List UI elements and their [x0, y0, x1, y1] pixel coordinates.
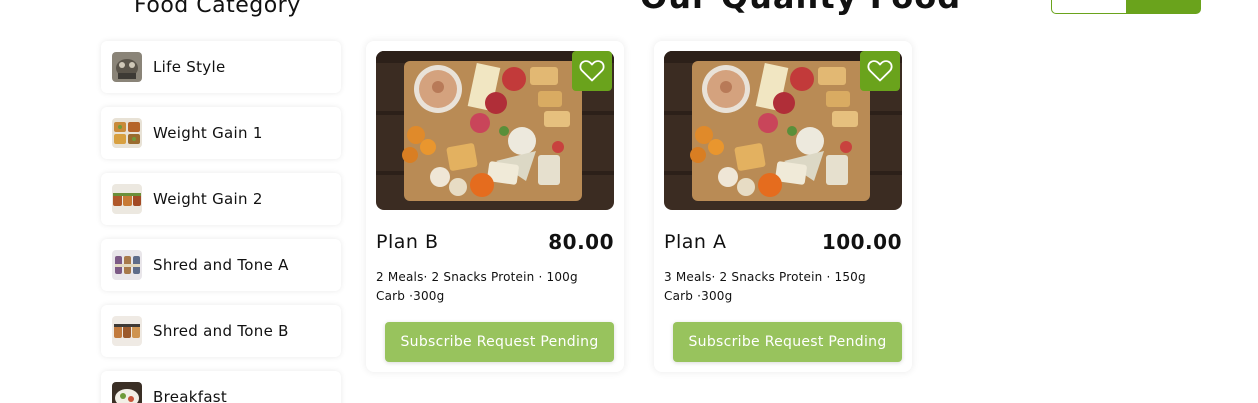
- subscribe-button[interactable]: Subscribe Request Pending: [385, 322, 614, 362]
- subscribe-button[interactable]: Subscribe Request Pending: [673, 322, 902, 362]
- sidebar-item-shred-and-tone-a[interactable]: Shred and Tone A: [101, 239, 341, 291]
- category-heading: Food Category: [134, 0, 301, 18]
- favorite-button[interactable]: [860, 51, 900, 91]
- category-thumbnail: [112, 316, 142, 346]
- plan-price: 100.00: [821, 230, 902, 254]
- sidebar-item-breakfast[interactable]: Breakfast: [101, 371, 341, 403]
- plan-description-line: 2 Meals· 2 Snacks Protein · 100g: [376, 270, 578, 284]
- page: Food Category Our Quality Food Life Styl…: [0, 0, 1258, 403]
- plan-description: 2 Meals· 2 Snacks Protein · 100g Carb ·3…: [376, 268, 606, 306]
- plan-name: Plan A: [664, 231, 727, 253]
- plan-description-line: Carb ·300g: [664, 289, 733, 303]
- plan-name: Plan B: [376, 231, 439, 253]
- sidebar-item-weight-gain-1[interactable]: Weight Gain 1: [101, 107, 341, 159]
- sidebar-item-label: Life Style: [153, 58, 226, 76]
- plan-price: 80.00: [548, 230, 614, 254]
- sidebar-item-weight-gain-2[interactable]: Weight Gain 2: [101, 173, 341, 225]
- category-thumbnail: [112, 382, 142, 403]
- search-input[interactable]: [1051, 0, 1127, 14]
- sidebar-item-label: Breakfast: [153, 388, 228, 403]
- category-thumbnail: [112, 118, 142, 148]
- sidebar-item-label: Shred and Tone B: [153, 322, 289, 340]
- plan-description-line: Carb ·300g: [376, 289, 445, 303]
- category-thumbnail: [112, 52, 142, 82]
- plan-description: 3 Meals· 2 Snacks Protein · 150g Carb ·3…: [664, 268, 894, 306]
- category-thumbnail: [112, 184, 142, 214]
- search-bar: [1051, 0, 1201, 14]
- plan-card: Plan A 100.00 3 Meals· 2 Snacks Protein …: [654, 41, 912, 372]
- page-title: Our Quality Food: [640, 0, 961, 16]
- sidebar-item-label: Shred and Tone A: [153, 256, 289, 274]
- sidebar-item-label: Weight Gain 1: [153, 124, 263, 142]
- plan-description-line: 3 Meals· 2 Snacks Protein · 150g: [664, 270, 866, 284]
- sidebar-item-shred-and-tone-b[interactable]: Shred and Tone B: [101, 305, 341, 357]
- sidebar-item-label: Weight Gain 2: [153, 190, 263, 208]
- heart-outline-icon: [579, 60, 605, 82]
- plan-card: Plan B 80.00 2 Meals· 2 Snacks Protein ·…: [366, 41, 624, 372]
- category-thumbnail: [112, 250, 142, 280]
- search-button[interactable]: [1126, 0, 1201, 14]
- heart-outline-icon: [867, 60, 893, 82]
- favorite-button[interactable]: [572, 51, 612, 91]
- sidebar-item-life-style[interactable]: Life Style: [101, 41, 341, 93]
